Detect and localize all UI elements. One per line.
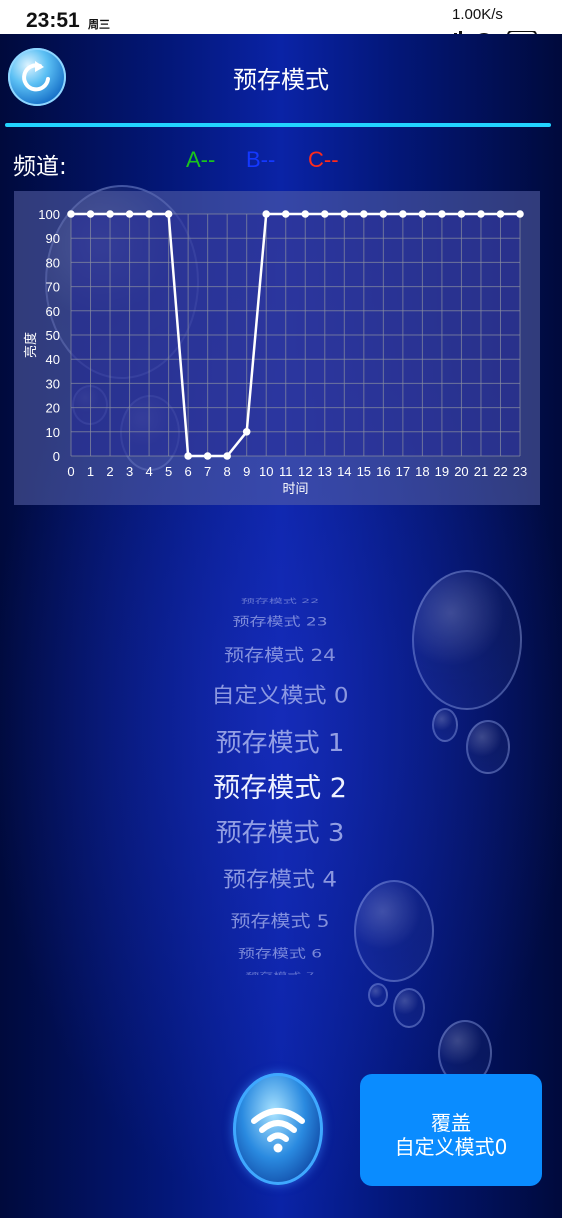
data-point bbox=[516, 210, 524, 218]
x-tick-label: 5 bbox=[165, 464, 172, 479]
x-tick-label: 1 bbox=[87, 464, 94, 479]
mode-picker[interactable]: 预存模式 22 预存模式 23 预存模式 24 自定义模式 0 预存模式 1 预存模式 2… bbox=[130, 595, 430, 975]
y-tick-label: 30 bbox=[46, 376, 60, 391]
legend-channel-b: B-- bbox=[246, 147, 276, 172]
y-tick-label: 40 bbox=[46, 352, 60, 367]
y-tick-label: 0 bbox=[53, 449, 60, 464]
data-point bbox=[477, 210, 485, 218]
x-tick-label: 9 bbox=[243, 464, 250, 479]
network-speed: 1.00K/s bbox=[452, 6, 503, 23]
y-tick-label: 10 bbox=[46, 425, 60, 440]
x-tick-label: 12 bbox=[298, 464, 312, 479]
data-point bbox=[281, 210, 290, 218]
brightness-chart[interactable]: 0 10 20 30 40 50 60 70 80 90 100 0 1 2 3 4 5 6 7 8 9 10 11 12 13… bbox=[14, 191, 540, 505]
wifi-connect-button[interactable] bbox=[233, 1073, 323, 1185]
data-point bbox=[67, 210, 75, 218]
picker-item-selected[interactable]: 预存模式 2 bbox=[130, 775, 430, 802]
status-icons: 62 bbox=[444, 25, 540, 34]
picker-item[interactable]: 预存模式 7 bbox=[130, 972, 430, 975]
signal-icon bbox=[454, 31, 462, 34]
picker-item[interactable]: 自定义模式 0 bbox=[130, 685, 430, 706]
y-tick-label: 20 bbox=[46, 401, 60, 416]
x-tick-label: 6 bbox=[185, 464, 192, 479]
picker-item[interactable]: 预存模式 22 bbox=[130, 598, 430, 604]
data-point bbox=[164, 210, 173, 218]
bubble-decoration bbox=[466, 720, 510, 774]
data-point bbox=[242, 428, 251, 436]
picker-item[interactable]: 预存模式 23 bbox=[130, 616, 430, 628]
x-tick-label: 23 bbox=[513, 464, 527, 479]
picker-item[interactable]: 预存模式 6 bbox=[130, 948, 430, 960]
data-point bbox=[106, 210, 114, 218]
x-tick-label: 16 bbox=[376, 464, 390, 479]
data-point bbox=[457, 210, 466, 218]
x-tick-label: 7 bbox=[204, 464, 211, 479]
battery-icon: 62 bbox=[507, 30, 537, 34]
status-bar: 23:51 周三 1.00K/s 62 bbox=[0, 0, 562, 34]
y-tick-label: 60 bbox=[46, 304, 60, 319]
bubble-decoration bbox=[393, 988, 425, 1028]
header-divider bbox=[5, 123, 551, 127]
x-tick-label: 3 bbox=[126, 464, 133, 479]
data-point bbox=[223, 452, 231, 460]
picker-item[interactable]: 预存模式 4 bbox=[130, 869, 430, 890]
data-point bbox=[184, 452, 192, 460]
channel-label: 频道: bbox=[13, 154, 67, 180]
y-axis-label: 亮度 bbox=[23, 332, 39, 358]
x-tick-label: 19 bbox=[435, 464, 449, 479]
x-tick-label: 13 bbox=[318, 464, 332, 479]
brightness-chart-svg: 01020304050607080901000 1 2 3 4 5 6 7 8 9 10 11 12 13… bbox=[23, 207, 527, 497]
x-tick-label: 2 bbox=[106, 464, 113, 479]
data-point bbox=[262, 210, 271, 218]
x-tick-label: 18 bbox=[415, 464, 429, 479]
data-point bbox=[496, 210, 505, 218]
x-tick-label: 14 bbox=[337, 464, 351, 479]
data-point bbox=[320, 210, 329, 218]
x-tick-label: 17 bbox=[396, 464, 410, 479]
y-tick-label: 50 bbox=[46, 328, 60, 343]
data-point bbox=[418, 210, 427, 218]
data-point bbox=[145, 210, 153, 218]
bubble-decoration bbox=[432, 708, 458, 742]
y-tick-label: 70 bbox=[46, 280, 60, 295]
x-tick-label: 22 bbox=[493, 464, 507, 479]
data-point bbox=[125, 210, 134, 218]
y-tick-label: 90 bbox=[46, 231, 60, 246]
status-time: 23:51 bbox=[26, 9, 80, 32]
data-point bbox=[399, 210, 407, 218]
data-point bbox=[438, 210, 446, 218]
data-point bbox=[86, 210, 95, 218]
battery-level: 62 bbox=[516, 33, 528, 34]
data-point bbox=[203, 452, 212, 460]
x-tick-label: 0 bbox=[67, 464, 74, 479]
override-button-target: 自定义模式0 bbox=[394, 1135, 508, 1159]
x-axis-label: 时间 bbox=[282, 482, 308, 497]
y-tick-label: 100 bbox=[38, 207, 60, 222]
picker-item[interactable]: 预存模式 1 bbox=[130, 730, 430, 755]
x-tick-label: 20 bbox=[454, 464, 468, 479]
legend-channel-c: C-- bbox=[308, 147, 339, 172]
override-button[interactable]: 覆盖 自定义模式0 bbox=[360, 1074, 542, 1186]
x-tick-label: 10 bbox=[259, 464, 273, 479]
y-tick-label: 80 bbox=[46, 255, 60, 270]
x-tick-label: 15 bbox=[357, 464, 371, 479]
legend-channel-a: A-- bbox=[186, 147, 216, 172]
data-point bbox=[340, 210, 349, 218]
data-point bbox=[301, 210, 310, 218]
bubble-decoration bbox=[368, 983, 388, 1007]
x-tick-label: 4 bbox=[145, 464, 152, 479]
picker-item[interactable]: 预存模式 5 bbox=[130, 913, 430, 930]
wifi-icon bbox=[251, 1108, 305, 1153]
x-tick-label: 21 bbox=[474, 464, 488, 479]
app-screen: 23:51 周三 1.00K/s 62 bbox=[0, 0, 562, 1218]
x-tick-label: 11 bbox=[279, 464, 293, 479]
page-title: 预存模式 bbox=[233, 66, 329, 94]
data-point bbox=[379, 210, 388, 218]
x-tick-label: 8 bbox=[224, 464, 231, 479]
picker-item[interactable]: 预存模式 24 bbox=[130, 647, 430, 664]
data-point bbox=[360, 210, 368, 218]
picker-item[interactable]: 预存模式 3 bbox=[130, 820, 430, 845]
status-weekday: 周三 bbox=[88, 18, 110, 31]
